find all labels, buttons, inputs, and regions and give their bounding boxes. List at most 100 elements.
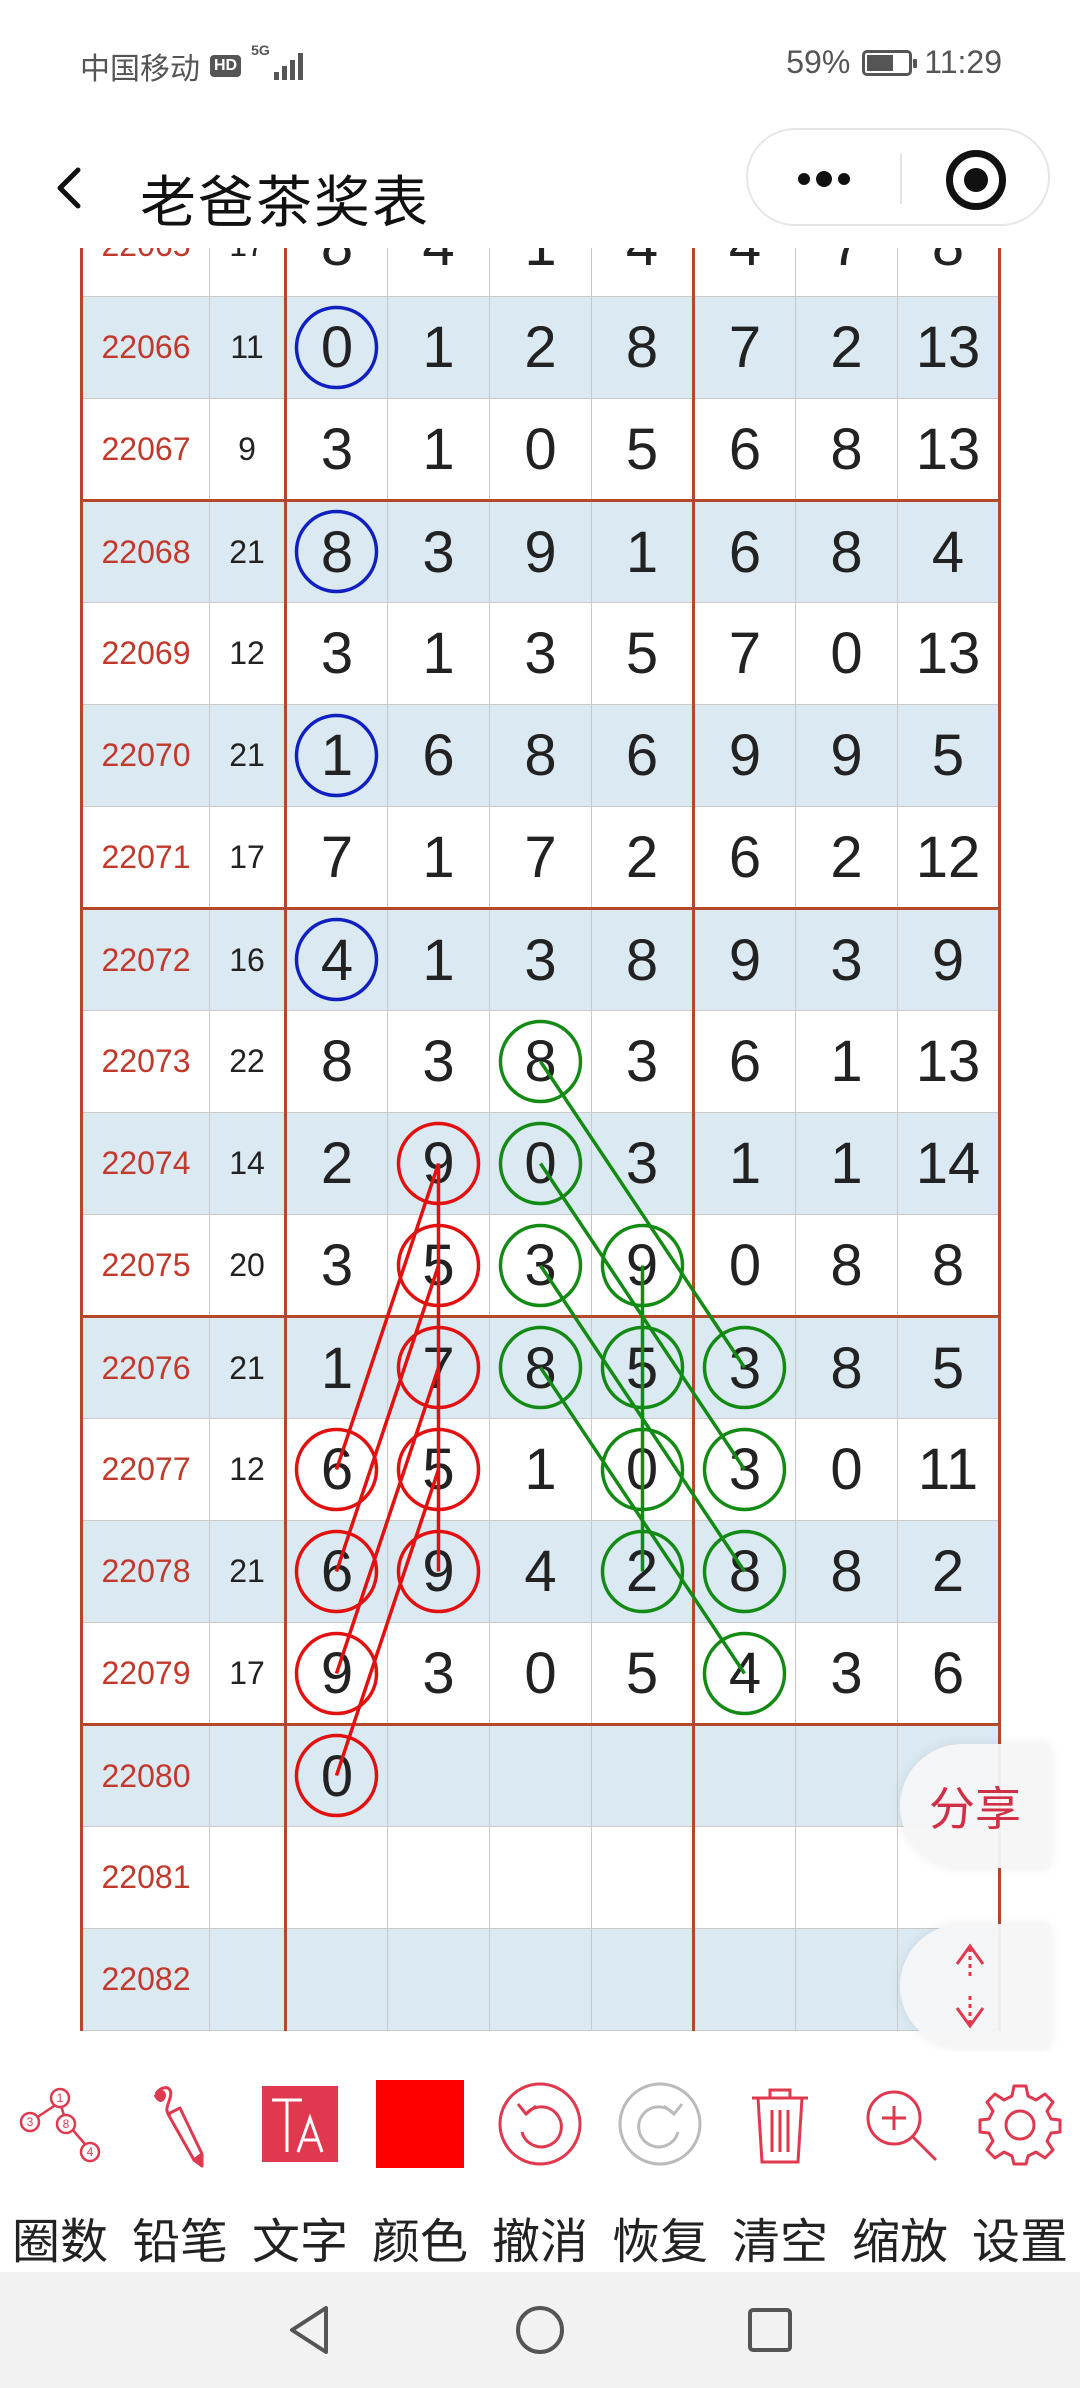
number-cell[interactable]: 0: [692, 1214, 796, 1317]
number-cell[interactable]: 11: [897, 1418, 1001, 1521]
number-cell[interactable]: 4: [897, 499, 1001, 603]
tool-redo[interactable]: 恢复: [600, 2052, 720, 2272]
number-cell[interactable]: 3: [591, 1010, 694, 1113]
tool-undo[interactable]: 撤消: [480, 2052, 600, 2272]
number-cell[interactable]: 1: [387, 907, 490, 1011]
number-cell[interactable]: 9: [387, 1112, 490, 1215]
number-cell[interactable]: 8: [489, 1010, 592, 1113]
number-cell[interactable]: 2: [284, 1112, 388, 1215]
number-cell[interactable]: 4: [692, 248, 796, 297]
share-button[interactable]: 分享: [900, 1744, 1050, 1868]
number-cell[interactable]: 13: [897, 296, 1001, 399]
number-cell[interactable]: 8: [795, 398, 898, 501]
number-cell[interactable]: [692, 1723, 796, 1827]
number-cell[interactable]: [387, 1723, 490, 1827]
number-cell[interactable]: 7: [489, 806, 592, 909]
number-cell[interactable]: 5: [897, 704, 1001, 807]
number-cell[interactable]: 3: [795, 907, 898, 1011]
back-arrow-icon[interactable]: [46, 164, 94, 212]
number-cell[interactable]: 2: [489, 296, 592, 399]
number-cell[interactable]: 6: [284, 1520, 388, 1623]
number-cell[interactable]: 3: [489, 1214, 592, 1317]
number-cell[interactable]: 3: [489, 602, 592, 705]
number-cell[interactable]: 14: [897, 1112, 1001, 1215]
number-cell[interactable]: 1: [284, 1315, 388, 1419]
number-cell[interactable]: 8: [591, 907, 694, 1011]
number-cell[interactable]: [489, 1723, 592, 1827]
number-cell[interactable]: 3: [387, 1010, 490, 1113]
number-cell[interactable]: 0: [795, 602, 898, 705]
number-cell[interactable]: 4: [387, 248, 490, 297]
close-miniprogram-icon[interactable]: [946, 150, 1006, 210]
number-cell[interactable]: 7: [795, 248, 898, 297]
number-cell[interactable]: 1: [284, 704, 388, 807]
number-cell[interactable]: 1: [489, 248, 592, 297]
number-cell[interactable]: 5: [591, 1622, 694, 1725]
scroll-toggle-button[interactable]: [900, 1924, 1050, 2048]
number-cell[interactable]: 3: [284, 602, 388, 705]
number-cell[interactable]: 5: [591, 602, 694, 705]
number-cell[interactable]: 0: [284, 296, 388, 399]
number-cell[interactable]: 6: [591, 704, 694, 807]
number-cell[interactable]: 7: [692, 296, 796, 399]
number-cell[interactable]: 5: [897, 1315, 1001, 1419]
number-cell[interactable]: 9: [692, 907, 796, 1011]
number-cell[interactable]: 0: [795, 1418, 898, 1521]
tool-settings[interactable]: 设置: [960, 2052, 1080, 2272]
number-cell[interactable]: 9: [591, 1214, 694, 1317]
tool-pencil[interactable]: 铅笔: [120, 2052, 240, 2272]
number-cell[interactable]: 0: [591, 1418, 694, 1521]
number-cell[interactable]: 5: [387, 1418, 490, 1521]
number-cell[interactable]: [692, 1826, 796, 1929]
nav-back-icon[interactable]: [282, 2302, 338, 2358]
number-cell[interactable]: [591, 1723, 694, 1827]
number-cell[interactable]: 1: [387, 296, 490, 399]
number-cell[interactable]: [795, 1723, 898, 1827]
number-cell[interactable]: 3: [387, 1622, 490, 1725]
tool-circle-numbers[interactable]: 3 1 8 4 圈数: [0, 2052, 120, 2272]
number-cell[interactable]: 0: [284, 1723, 388, 1827]
number-cell[interactable]: [387, 1928, 490, 2031]
tool-text[interactable]: 文字: [240, 2052, 360, 2272]
number-cell[interactable]: 6: [692, 806, 796, 909]
number-cell[interactable]: 8: [795, 1214, 898, 1317]
number-cell[interactable]: 1: [489, 1418, 592, 1521]
number-cell[interactable]: 13: [897, 1010, 1001, 1113]
number-cell[interactable]: [489, 1928, 592, 2031]
number-cell[interactable]: [284, 1826, 388, 1929]
number-cell[interactable]: [692, 1928, 796, 2031]
number-cell[interactable]: 8: [795, 1315, 898, 1419]
number-cell[interactable]: 2: [795, 296, 898, 399]
number-cell[interactable]: 8: [897, 1214, 1001, 1317]
number-cell[interactable]: 5: [591, 398, 694, 501]
number-cell[interactable]: [795, 1928, 898, 2031]
number-cell[interactable]: 1: [387, 398, 490, 501]
number-cell[interactable]: 7: [692, 602, 796, 705]
number-cell[interactable]: 3: [284, 398, 388, 501]
number-cell[interactable]: 6: [897, 1622, 1001, 1725]
number-cell[interactable]: 12: [897, 806, 1001, 909]
nav-home-icon[interactable]: [512, 2302, 568, 2358]
number-cell[interactable]: 1: [795, 1010, 898, 1113]
number-cell[interactable]: 2: [591, 1520, 694, 1623]
number-cell[interactable]: 0: [489, 398, 592, 501]
number-cell[interactable]: [591, 1928, 694, 2031]
number-cell[interactable]: 8: [489, 704, 592, 807]
number-cell[interactable]: 5: [387, 1214, 490, 1317]
number-cell[interactable]: 6: [692, 398, 796, 501]
number-cell[interactable]: 8: [897, 248, 1001, 297]
number-cell[interactable]: 9: [795, 704, 898, 807]
number-cell[interactable]: 13: [897, 398, 1001, 501]
number-cell[interactable]: 3: [489, 907, 592, 1011]
number-cell[interactable]: 2: [795, 806, 898, 909]
number-cell[interactable]: 0: [489, 1112, 592, 1215]
number-cell[interactable]: 9: [387, 1520, 490, 1623]
number-cell[interactable]: 9: [284, 1622, 388, 1725]
number-cell[interactable]: 4: [591, 248, 694, 297]
number-cell[interactable]: 1: [692, 1112, 796, 1215]
number-cell[interactable]: 9: [489, 499, 592, 603]
number-cell[interactable]: 6: [284, 1418, 388, 1521]
number-cell[interactable]: 1: [795, 1112, 898, 1215]
number-cell[interactable]: 3: [591, 1112, 694, 1215]
number-cell[interactable]: 6: [692, 499, 796, 603]
